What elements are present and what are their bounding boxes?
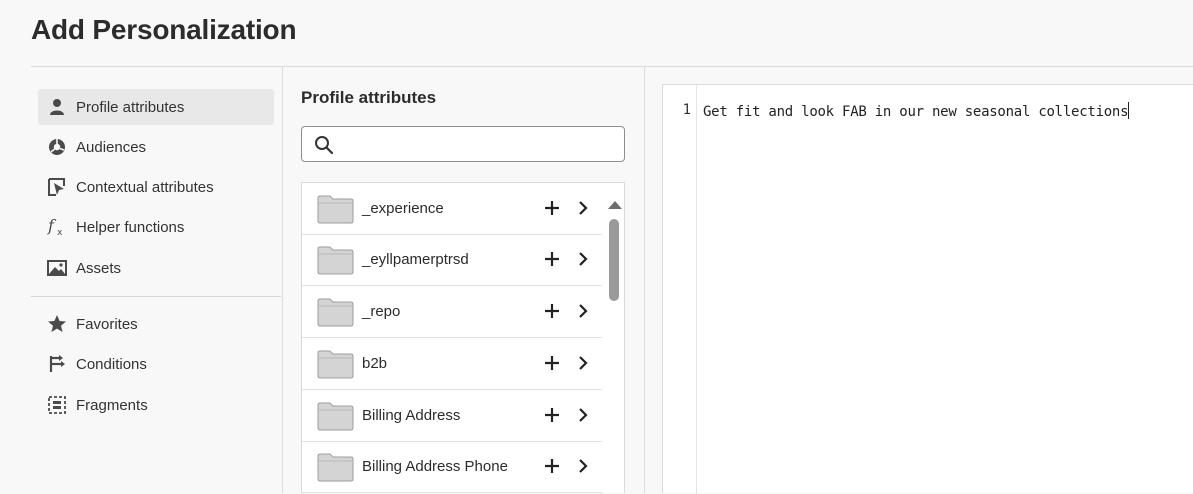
nav-item-label: Favorites (76, 315, 138, 333)
code-line[interactable]: Get fit and look FAB in our new seasonal… (703, 102, 1130, 120)
text-caret (1128, 102, 1130, 119)
nav-item-label: Assets (76, 259, 122, 277)
add-icon[interactable] (543, 354, 561, 377)
function-icon: fx (46, 216, 68, 238)
contextual-icon (46, 176, 68, 198)
nav-item-contextual-attributes[interactable]: Contextual attributes (38, 169, 274, 205)
line-gutter: 1 (663, 85, 697, 494)
person-icon (46, 96, 68, 118)
folder-icon (317, 349, 354, 384)
nav-item-profile-attributes[interactable]: Profile attributes (38, 89, 274, 125)
nav-item-label: Helper functions (76, 218, 185, 236)
add-icon[interactable] (543, 406, 561, 429)
list-item[interactable]: _experience (302, 183, 602, 235)
nav-item-conditions[interactable]: Conditions (38, 346, 274, 382)
nav-item-label: Contextual attributes (76, 178, 214, 196)
nav-item-label: Conditions (76, 355, 147, 373)
branch-icon (46, 353, 68, 375)
list-item-label: _repo (362, 303, 401, 320)
scroll-thumb[interactable] (609, 219, 619, 301)
svg-text:x: x (57, 228, 63, 237)
nav-item-label: Profile attributes (76, 98, 185, 116)
list-item-label: Billing Address (362, 407, 461, 424)
list-item[interactable]: Billing Address (302, 390, 602, 442)
nav-item-audiences[interactable]: Audiences (38, 129, 274, 165)
scroll-up-arrow-icon[interactable] (607, 197, 623, 215)
list-item[interactable]: b2b (302, 338, 602, 390)
nav-item-assets[interactable]: Assets (38, 250, 274, 286)
add-icon[interactable] (543, 199, 561, 222)
expression-editor[interactable]: 1 Get fit and look FAB in our new season… (662, 84, 1193, 494)
code-text: Get fit and look FAB in our new seasonal… (703, 104, 1129, 120)
add-icon[interactable] (543, 457, 561, 480)
list-item-label: Billing Address Phone (362, 458, 508, 475)
column-divider (644, 67, 645, 493)
chevron-right-icon[interactable] (577, 303, 589, 324)
list-item[interactable]: _repo (302, 286, 602, 338)
list-item-label: _experience (362, 200, 444, 217)
chevron-right-icon[interactable] (577, 355, 589, 376)
star-icon (46, 313, 68, 335)
search-input[interactable] (342, 133, 612, 155)
add-icon[interactable] (543, 302, 561, 325)
chevron-right-icon[interactable] (577, 200, 589, 221)
line-number: 1 (682, 102, 691, 118)
folder-icon (317, 194, 354, 229)
nav-item-label: Fragments (76, 396, 148, 414)
chevron-right-icon[interactable] (577, 407, 589, 428)
nav-divider (31, 296, 281, 297)
list-item-label: b2b (362, 355, 388, 372)
search-icon (314, 135, 334, 160)
chevron-right-icon[interactable] (577, 458, 589, 479)
list-scrollbar[interactable] (604, 183, 624, 493)
page-title: Add Personalization (31, 14, 297, 45)
panel-title: Profile attributes (301, 88, 437, 107)
attribute-list: _experience _eyllpamerptrsd _repo b2b Billin… (301, 182, 625, 493)
folder-icon (317, 297, 354, 332)
nav-item-favorites[interactable]: Favorites (38, 306, 274, 342)
svg-text:f: f (47, 217, 57, 235)
audiences-icon (46, 136, 68, 158)
nav-item-helper-functions[interactable]: fx Helper functions (38, 209, 274, 245)
fragment-icon (46, 394, 68, 416)
list-item-label: _eyllpamerptrsd (362, 251, 469, 268)
folder-icon (317, 401, 354, 436)
attributes-panel: Profile attributes _experience _eyllpamer… (283, 67, 644, 493)
folder-icon (317, 452, 354, 487)
add-icon[interactable] (543, 250, 561, 273)
nav-item-label: Audiences (76, 138, 147, 156)
nav-item-fragments[interactable]: Fragments (38, 387, 274, 423)
left-nav: Profile attributes Audiences Contextual … (31, 67, 282, 493)
chevron-right-icon[interactable] (577, 251, 589, 272)
header: Add Personalization (0, 0, 1193, 66)
list-item[interactable]: _eyllpamerptrsd (302, 234, 602, 286)
list-item[interactable]: Billing Address Phone (302, 441, 602, 493)
folder-icon (317, 245, 354, 280)
image-icon (46, 257, 68, 279)
search-field[interactable] (301, 126, 625, 162)
